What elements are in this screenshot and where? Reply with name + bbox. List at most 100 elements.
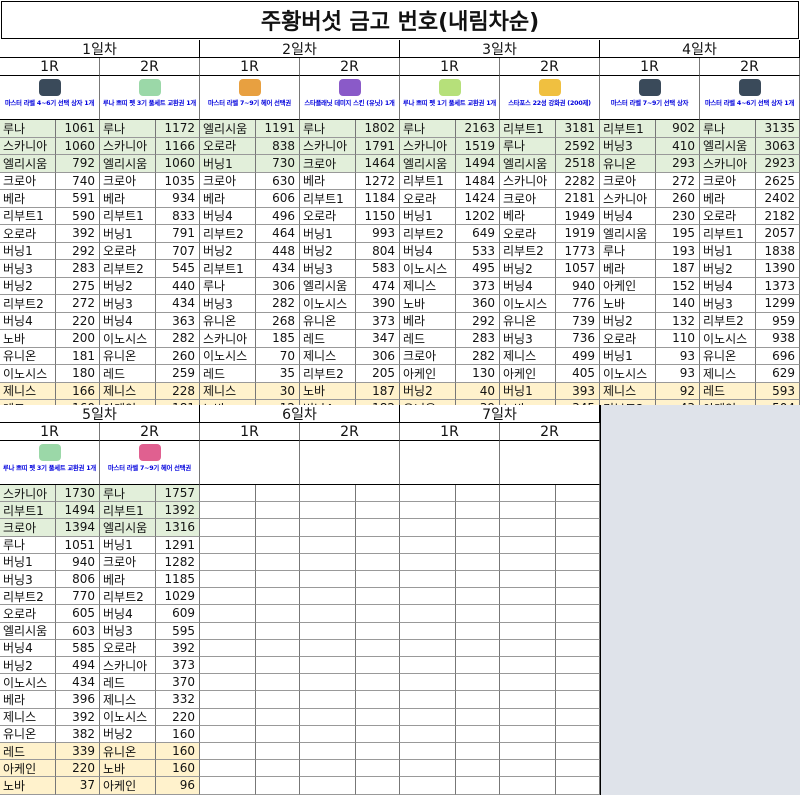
prize-cell: 마스터 라벨 4~6기 선택 상자 1개 xyxy=(700,76,800,120)
server-name: 베라 xyxy=(400,312,456,330)
server-name: 유니온 xyxy=(200,312,256,330)
safe-number: 2923 xyxy=(756,155,800,173)
server-name: 버닝4 xyxy=(0,639,56,657)
safe-number: 1172 xyxy=(156,120,200,138)
server-name: 노바 xyxy=(400,295,456,313)
server-name: 루나 xyxy=(100,120,156,138)
empty-cell xyxy=(356,553,400,571)
empty-cell xyxy=(456,743,500,761)
server-name: 버닝1 xyxy=(200,155,256,173)
empty-cell xyxy=(256,485,300,503)
safe-number: 228 xyxy=(156,382,200,400)
safe-number: 1394 xyxy=(56,519,100,537)
empty-cell xyxy=(200,639,256,657)
server-name: 아케인 xyxy=(400,365,456,383)
server-name: 엘리시움 xyxy=(400,155,456,173)
empty-cell xyxy=(356,502,400,520)
prize-cell xyxy=(400,441,500,485)
safe-number: 373 xyxy=(356,312,400,330)
day-header: 7일차 xyxy=(400,405,600,423)
empty-cell xyxy=(256,553,300,571)
safe-number: 1838 xyxy=(756,242,800,260)
server-name: 버닝2 xyxy=(100,725,156,743)
server-name: 노바 xyxy=(0,330,56,348)
empty-cell xyxy=(456,725,500,743)
server-name: 크로아 xyxy=(0,172,56,190)
empty-cell xyxy=(400,536,456,554)
server-name: 버닝4 xyxy=(600,207,656,225)
safe-number: 392 xyxy=(56,708,100,726)
empty-cell xyxy=(256,725,300,743)
safe-number: 545 xyxy=(156,260,200,278)
empty-cell xyxy=(400,588,456,606)
server-name: 버닝3 xyxy=(100,622,156,640)
empty-cell xyxy=(400,639,456,657)
prize-cell: 스타포스 22성 강화권 (200제) xyxy=(500,76,600,120)
safe-number: 1464 xyxy=(356,155,400,173)
safe-number: 283 xyxy=(456,330,500,348)
prize-cell: 루나 쁘띠 펫 1기 풀세트 교환권 1개 xyxy=(400,76,500,120)
server-name: 리부트1 xyxy=(0,502,56,520)
safe-number: 160 xyxy=(156,743,200,761)
server-name: 버닝3 xyxy=(100,295,156,313)
safe-number: 2181 xyxy=(556,190,600,208)
server-name: 유니온 xyxy=(100,347,156,365)
empty-cell xyxy=(300,743,356,761)
empty-cell xyxy=(556,605,600,623)
safe-number: 390 xyxy=(356,295,400,313)
server-name: 베라 xyxy=(100,190,156,208)
server-name: 크로아 xyxy=(0,519,56,537)
safe-number: 1316 xyxy=(156,519,200,537)
empty-cell xyxy=(356,519,400,537)
day-header: 2일차 xyxy=(200,40,400,58)
empty-cell xyxy=(200,571,256,589)
safe-number: 195 xyxy=(656,225,700,243)
safe-number: 2402 xyxy=(756,190,800,208)
server-name: 베라 xyxy=(500,207,556,225)
server-name: 이노시스 xyxy=(600,365,656,383)
safe-number: 1202 xyxy=(456,207,500,225)
empty-cell xyxy=(556,708,600,726)
prize-caption: 마스터 라벨 7~9기 헤어 선택권 xyxy=(108,465,191,472)
safe-number: 1392 xyxy=(156,502,200,520)
empty-cell xyxy=(256,588,300,606)
server-name: 버닝2 xyxy=(400,382,456,400)
server-name: 제니스 xyxy=(0,382,56,400)
safe-number: 1057 xyxy=(556,260,600,278)
empty-cell xyxy=(500,657,556,675)
server-name: 베라 xyxy=(0,691,56,709)
empty-cell xyxy=(356,571,400,589)
empty-cell xyxy=(356,536,400,554)
server-name: 버닝2 xyxy=(100,277,156,295)
empty-cell xyxy=(200,691,256,709)
prize-cell: 루나 쁘띠 펫 3기 풀세트 교환권 1개 xyxy=(100,76,200,120)
server-name: 이노시스 xyxy=(500,295,556,313)
safe-number: 1494 xyxy=(456,155,500,173)
server-name: 버닝4 xyxy=(100,605,156,623)
safe-number: 230 xyxy=(656,207,700,225)
server-name: 스카니아 xyxy=(400,137,456,155)
safe-number: 1272 xyxy=(356,172,400,190)
round-header: 1R xyxy=(400,423,500,441)
safe-number: 1802 xyxy=(356,120,400,138)
round-header: 1R xyxy=(200,423,300,441)
safe-number: 185 xyxy=(256,330,300,348)
server-name: 제니스 xyxy=(600,382,656,400)
safe-number: 1730 xyxy=(56,485,100,503)
empty-cell xyxy=(300,725,356,743)
empty-cell xyxy=(500,571,556,589)
server-name: 리부트2 xyxy=(0,295,56,313)
safe-number: 205 xyxy=(356,365,400,383)
prize-caption: 루나 쁘띠 펫 1기 풀세트 교환권 1개 xyxy=(402,100,497,107)
server-name: 이노시스 xyxy=(200,347,256,365)
safe-number: 193 xyxy=(656,242,700,260)
empty-cell xyxy=(200,725,256,743)
server-name: 유니온 xyxy=(0,347,56,365)
server-name: 리부트1 xyxy=(0,207,56,225)
safe-number: 1035 xyxy=(156,172,200,190)
server-name: 오로라 xyxy=(200,137,256,155)
safe-number: 220 xyxy=(56,760,100,778)
safe-number: 160 xyxy=(156,760,200,778)
safe-number: 93 xyxy=(656,347,700,365)
empty-cell xyxy=(300,502,356,520)
